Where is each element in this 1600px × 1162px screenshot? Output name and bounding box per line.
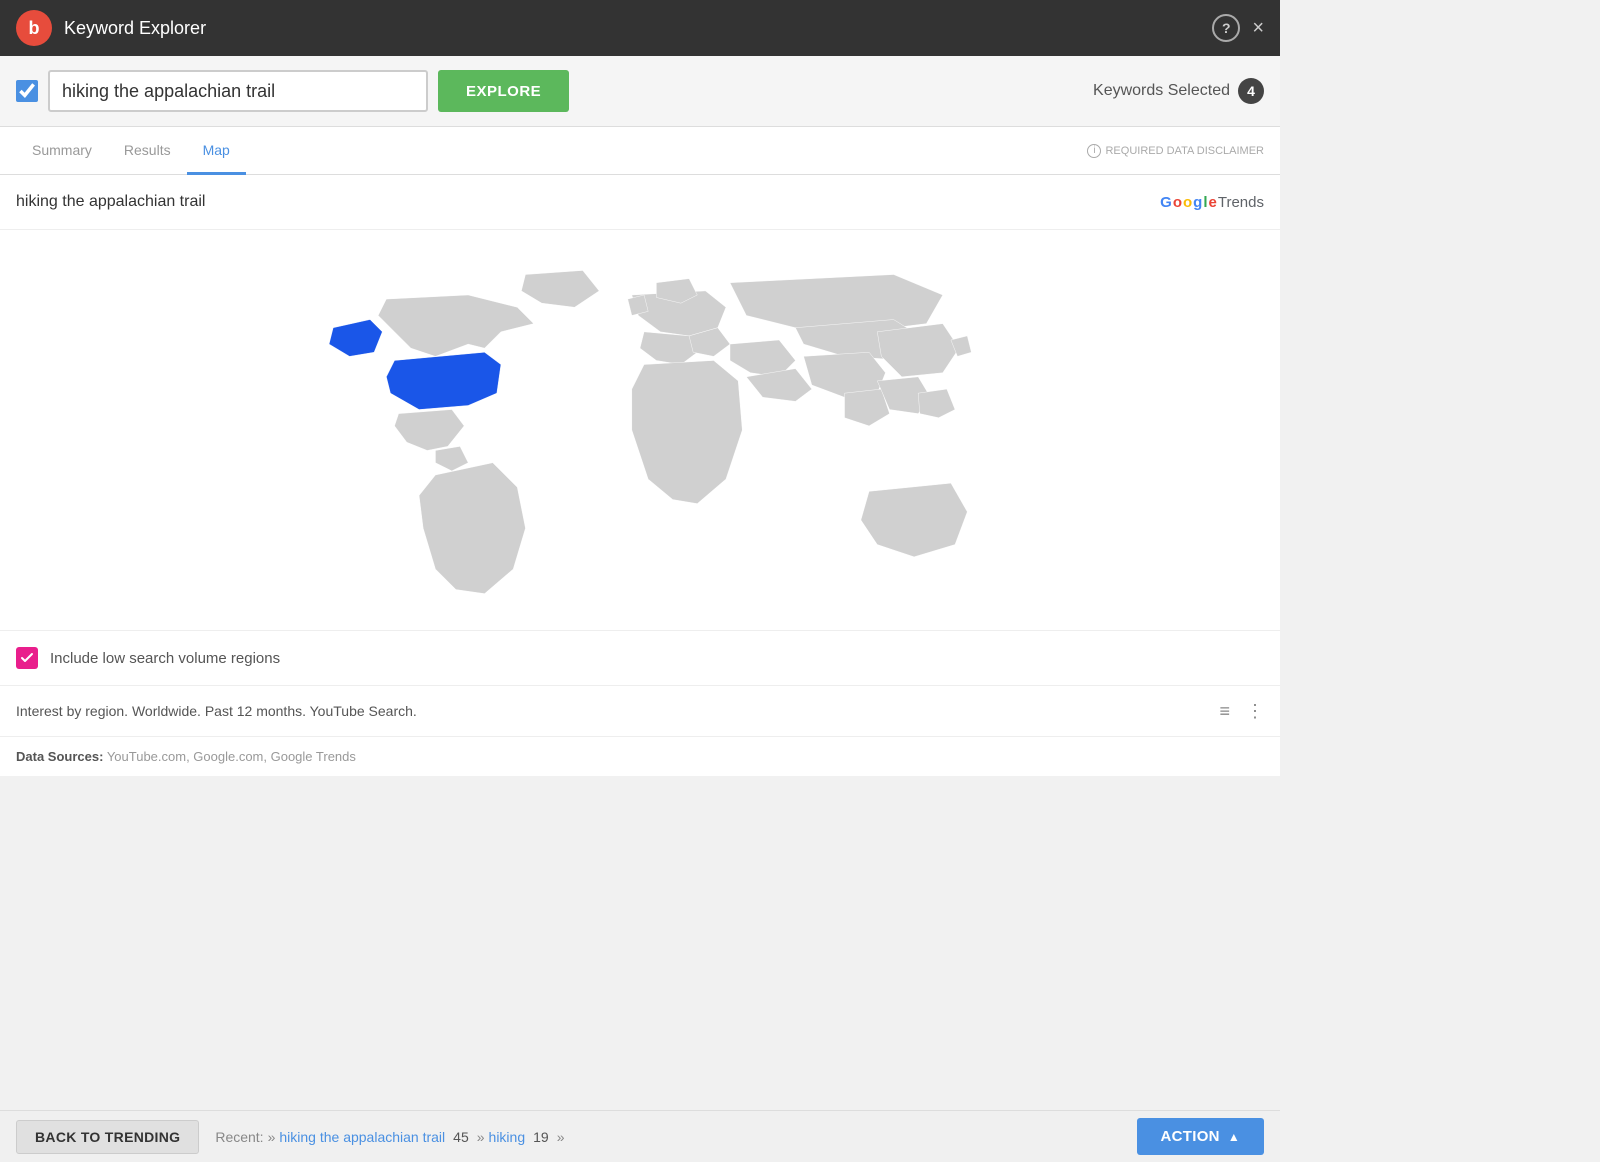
- recent-count-1: 45: [453, 1129, 469, 1145]
- keyword-title: hiking the appalachian trail: [16, 193, 1160, 211]
- info-text: Interest by region. Worldwide. Past 12 m…: [16, 703, 1219, 719]
- keyword-checkbox[interactable]: [16, 80, 38, 102]
- more-options-button[interactable]: ⋮: [1246, 702, 1264, 720]
- keyword-header: hiking the appalachian trail Google Tren…: [0, 175, 1280, 230]
- low-volume-label: Include low search volume regions: [50, 650, 280, 667]
- tab-map[interactable]: Map: [187, 127, 246, 175]
- recent-count-2: 19: [533, 1129, 549, 1145]
- help-button[interactable]: ?: [1212, 14, 1240, 42]
- google-trends-logo: Google Trends: [1160, 194, 1264, 211]
- list-icon-button[interactable]: ≡: [1219, 702, 1230, 720]
- recent-link-1[interactable]: hiking the appalachian trail: [279, 1129, 445, 1145]
- title-bar: b Keyword Explorer ? ×: [0, 0, 1280, 56]
- tab-results[interactable]: Results: [108, 127, 187, 175]
- data-sources: Data Sources: YouTube.com, Google.com, G…: [0, 737, 1280, 776]
- bottom-bar: BACK TO TRENDING Recent: » hiking the ap…: [0, 1110, 1280, 1162]
- disclaimer: i REQUIRED DATA DISCLAIMER: [1087, 144, 1264, 158]
- app-title: Keyword Explorer: [64, 18, 1212, 39]
- world-map: [250, 250, 1030, 610]
- app-logo: b: [16, 10, 52, 46]
- main-content: hiking the appalachian trail Google Tren…: [0, 175, 1280, 776]
- info-row: Interest by region. Worldwide. Past 12 m…: [0, 686, 1280, 737]
- info-icon: i: [1087, 144, 1101, 158]
- low-volume-row: Include low search volume regions: [0, 631, 1280, 686]
- info-actions: ≡ ⋮: [1219, 702, 1264, 720]
- action-caret: ▲: [1228, 1130, 1240, 1144]
- action-button[interactable]: ACTION ▲: [1137, 1118, 1264, 1155]
- tab-summary[interactable]: Summary: [16, 127, 108, 175]
- back-to-trending-button[interactable]: BACK TO TRENDING: [16, 1120, 199, 1154]
- close-button[interactable]: ×: [1252, 18, 1264, 38]
- low-volume-checkbox[interactable]: [16, 647, 38, 669]
- keywords-badge: 4: [1238, 78, 1264, 104]
- title-bar-actions: ? ×: [1212, 14, 1264, 42]
- map-container: [0, 230, 1280, 631]
- recent-bar: Recent: » hiking the appalachian trail 4…: [215, 1129, 564, 1145]
- tabs-bar: Summary Results Map i REQUIRED DATA DISC…: [0, 127, 1280, 175]
- search-bar: EXPLORE Keywords Selected 4: [0, 56, 1280, 127]
- recent-link-2[interactable]: hiking: [489, 1129, 526, 1145]
- search-input[interactable]: [48, 70, 428, 112]
- keywords-selected: Keywords Selected 4: [1093, 78, 1264, 104]
- explore-button[interactable]: EXPLORE: [438, 70, 569, 112]
